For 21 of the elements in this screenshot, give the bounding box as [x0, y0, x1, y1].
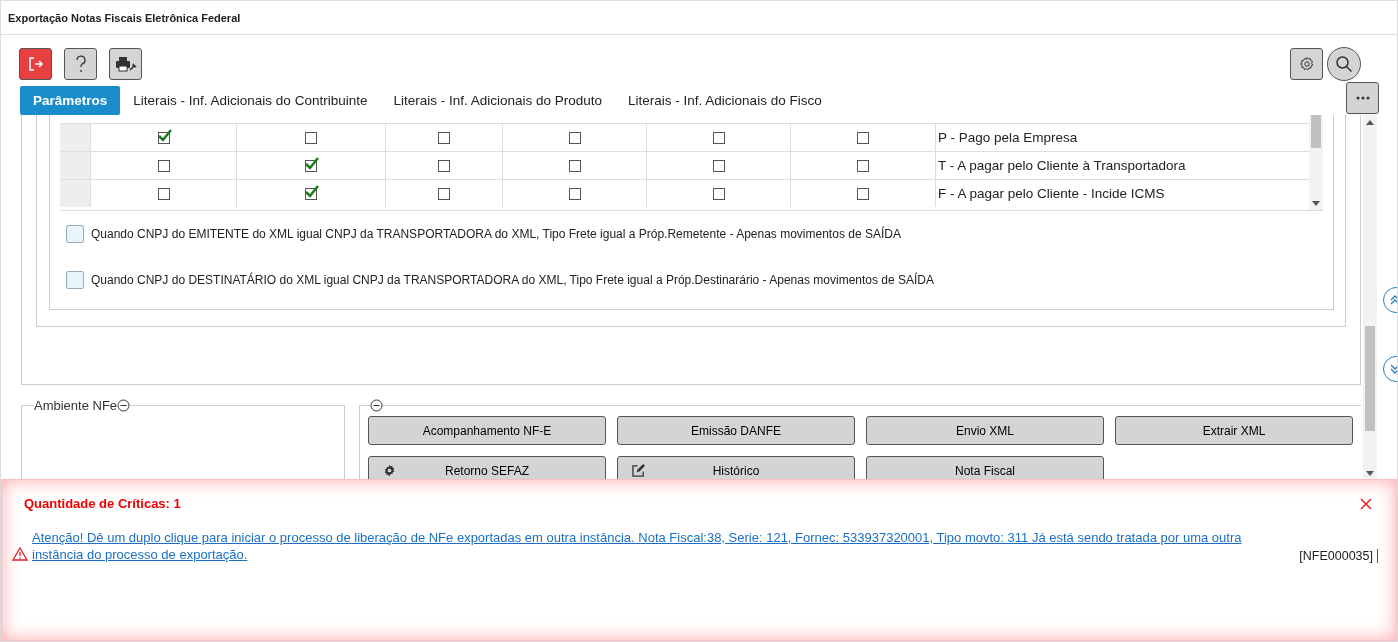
alert-link[interactable]: Atenção! Dê um duplo clique para iniciar o processo de liberação de NFe exportadas em outra instância. Nota Fiscal:38, Serie: 121, Fornec: 533937320001, Tipo movto: 311 Já está sendo tratada por uma outra instância do processo de exportação.: [32, 529, 1282, 563]
alert-code: [NFE000035]: [1299, 549, 1378, 563]
action-button[interactable]: Acompanhamento NF-E: [368, 416, 606, 445]
tab[interactable]: Literais - Inf. Adicionais do Fisco: [615, 85, 835, 115]
action-button[interactable]: Extrair XML: [1115, 416, 1353, 445]
table-cell: P - Pago pela Empresa: [938, 130, 1078, 145]
table-cell: T - A pagar pelo Cliente à Transportadora: [938, 158, 1186, 173]
tab[interactable]: Literais - Inf. Adicionais do Contribuinte: [120, 85, 381, 115]
section-legend: Ambiente NFe: [34, 398, 118, 413]
action-button[interactable]: Histórico: [617, 456, 855, 481]
action-button[interactable]: Envio XML: [866, 416, 1104, 445]
tab[interactable]: Parâmetros: [20, 85, 121, 115]
option-label: Quando CNPJ do DESTINATÁRIO do XML igual CNPJ da TRANSPORTADORA do XML, Tipo Frete igual a Próp.Destinarário - Apenas movimentos de SAÍDA: [91, 273, 935, 287]
action-button[interactable]: Nota Fiscal: [866, 456, 1104, 481]
action-button[interactable]: Emissão DANFE: [617, 416, 855, 445]
table-cell: F - A pagar pelo Cliente - Incide ICMS: [938, 186, 1165, 201]
tab[interactable]: Literais - Inf. Adicionais do Produto: [380, 85, 616, 115]
window-title: Exportação Notas Fiscais Eletrônica Federal: [8, 11, 241, 24]
alerts-title: Quantidade de Críticas: 1: [24, 496, 181, 511]
option-label: Quando CNPJ do EMITENTE do XML igual CNPJ da TRANSPORTADORA do XML, Tipo Frete igual a Próp.Remetente - Apenas movimentos de SAÍDA: [91, 227, 901, 241]
action-button[interactable]: Retorno SEFAZ: [368, 456, 606, 481]
